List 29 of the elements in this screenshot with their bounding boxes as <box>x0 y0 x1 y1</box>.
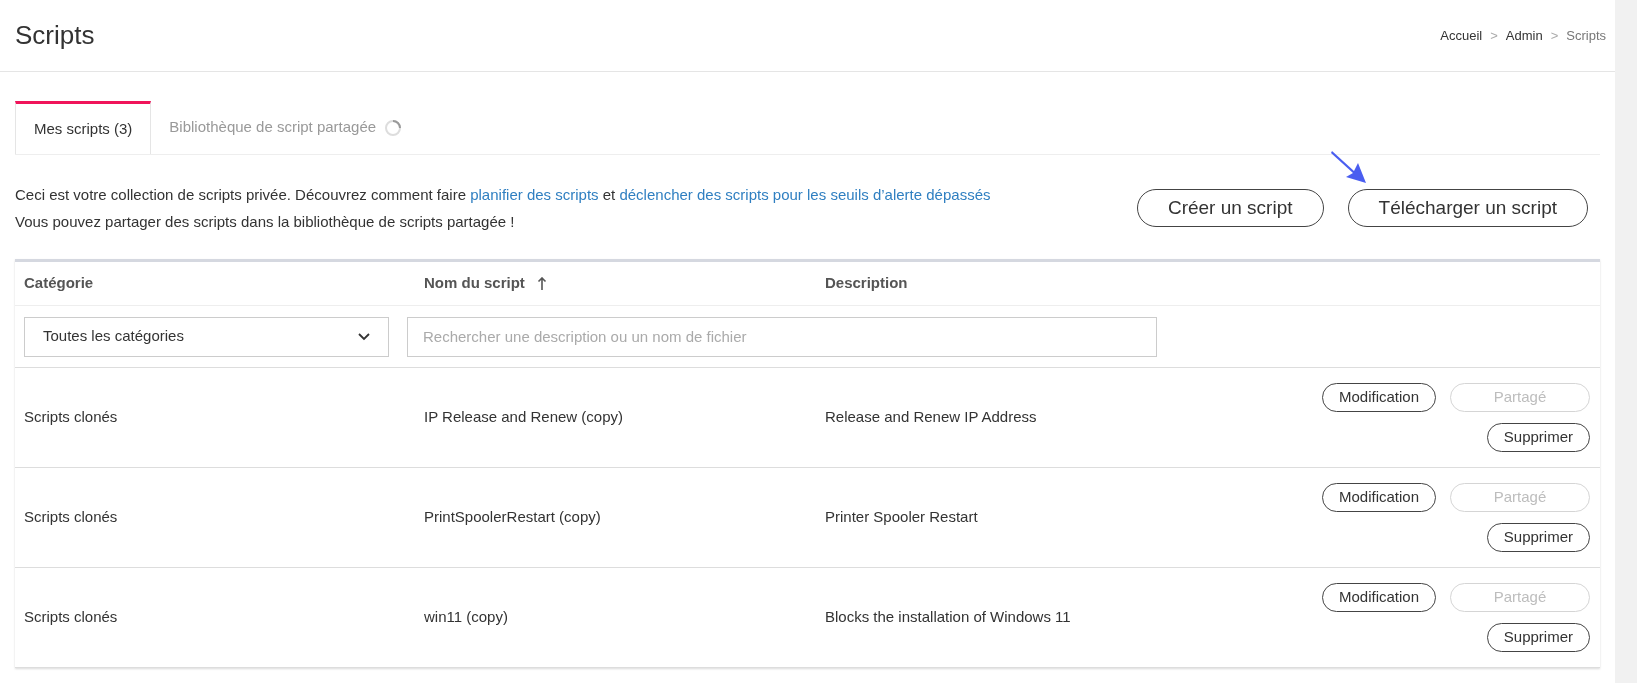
intro-link[interactable]: planifier des scripts <box>470 186 599 203</box>
breadcrumb-item[interactable]: Admin <box>1505 25 1543 46</box>
scrollbar-track[interactable] <box>1615 0 1637 683</box>
page-title: Scripts <box>15 19 95 52</box>
sort-ascending-icon <box>536 276 547 291</box>
intro-link[interactable]: déclencher des scripts pour les seuils d’alerte dépassés <box>619 186 991 203</box>
breadcrumb-item: Scripts <box>1566 26 1606 45</box>
category-dropdown[interactable]: Toutes les catégories <box>24 316 389 357</box>
loading-spinner-icon <box>384 118 403 137</box>
tab[interactable]: Mes scripts (3) <box>15 101 152 154</box>
intro-note: Vous pouvez partager des scripts dans la bibliothèque de scripts partagée ! <box>15 212 516 232</box>
table-cell-text: Printer Spooler Restart <box>825 507 979 528</box>
table-cell-text: PrintSpoolerRestart (copy) <box>424 507 602 528</box>
table-cell-text: Scripts clonés <box>24 607 119 628</box>
table-cell-text: Scripts clonés <box>24 507 119 528</box>
table-cell-text: IP Release and Renew (copy) <box>424 407 624 428</box>
chevron-down-icon <box>358 332 370 341</box>
search-field[interactable]: Rechercher une description ou un nom de fichier <box>407 316 1157 357</box>
column-header[interactable]: Nom du script <box>424 272 525 295</box>
breadcrumb-separator: > <box>1550 26 1559 45</box>
table-cell-text: Release and Renew IP Address <box>825 407 1038 428</box>
column-header[interactable]: Description <box>825 272 908 295</box>
intro-text: Ceci est votre collection de scripts privée. Découvrez comment faire planifier des scripts et déclencher des scripts pour les seuils d’alerte dépassés <box>15 185 991 205</box>
breadcrumb-item[interactable]: Accueil <box>1440 25 1483 46</box>
breadcrumb-separator: > <box>1490 26 1498 45</box>
table-cell-text: Scripts clonés <box>24 407 119 428</box>
column-header[interactable]: Catégorie <box>24 272 94 295</box>
table-cell-text: Blocks the installation of Windows 11 <box>825 607 1072 628</box>
table-cell-text: win11 (copy) <box>424 607 509 628</box>
